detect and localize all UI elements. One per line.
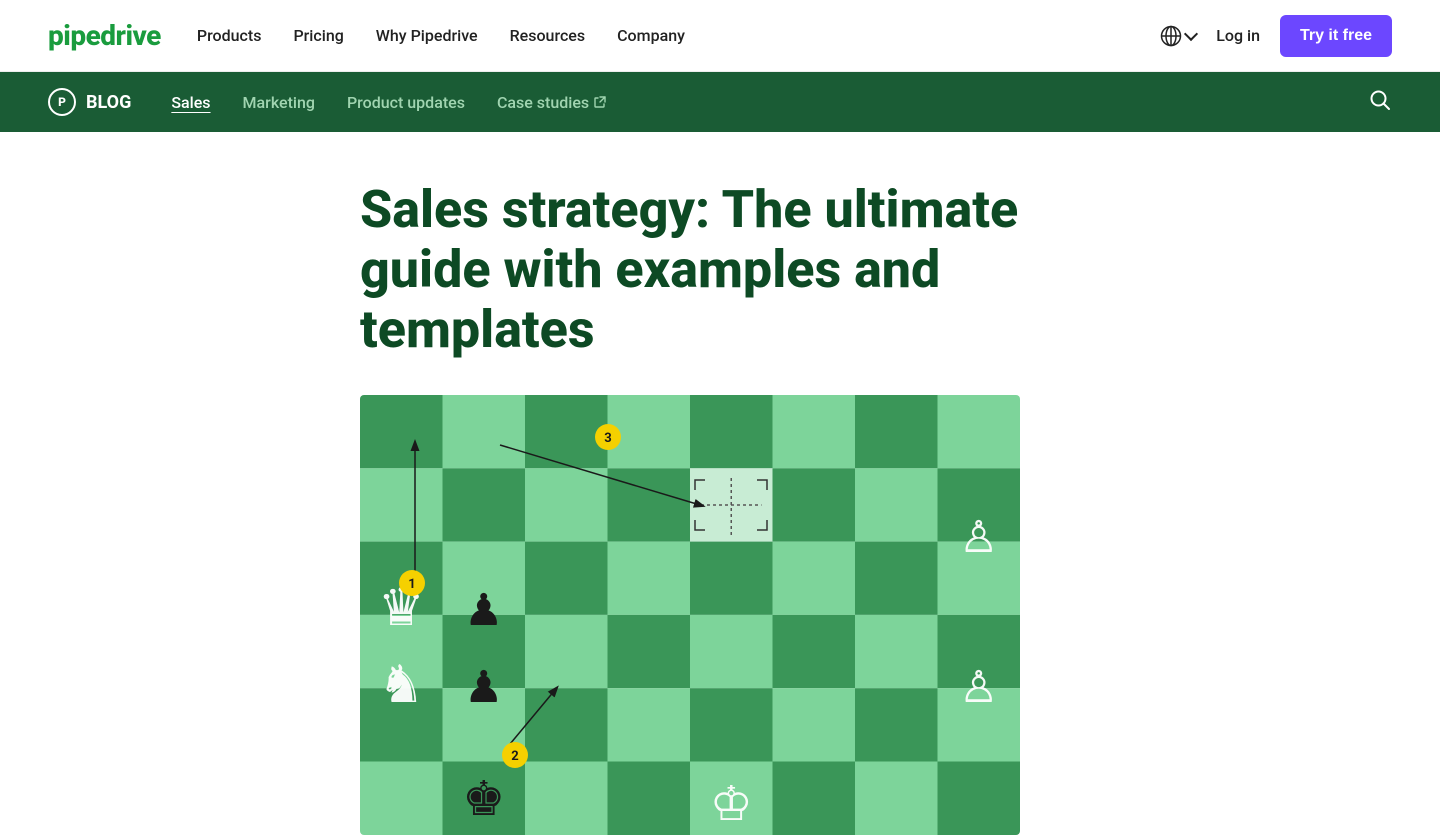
- svg-text:♙: ♙: [959, 511, 998, 563]
- svg-text:♚: ♚: [462, 770, 505, 827]
- search-icon: [1368, 88, 1392, 112]
- try-free-button[interactable]: Try it free: [1280, 15, 1392, 57]
- nav-link-why-pipedrive[interactable]: Why Pipedrive: [376, 26, 478, 45]
- globe-chevron-icon: [1184, 26, 1198, 40]
- nav-links: Products Pricing Why Pipedrive Resources…: [197, 26, 685, 45]
- svg-text:3: 3: [604, 431, 611, 446]
- svg-text:♟: ♟: [464, 584, 503, 636]
- blog-brand-label: BLOG: [86, 92, 131, 113]
- blog-nav-left: P BLOG Sales Marketing Product updates C…: [48, 88, 607, 116]
- svg-text:♙: ♙: [959, 661, 998, 713]
- blog-nav-link-product-updates[interactable]: Product updates: [347, 93, 465, 112]
- article-container: Sales strategy: The ultimate guide with …: [360, 180, 1080, 835]
- nav-link-pricing[interactable]: Pricing: [293, 26, 343, 45]
- external-link-icon: [593, 95, 607, 109]
- blog-navigation: P BLOG Sales Marketing Product updates C…: [0, 72, 1440, 132]
- chess-board-illustration: ♛ ♞ ♟ ♟ ♚ ♙ ♙ ♔: [360, 395, 1020, 835]
- nav-link-products[interactable]: Products: [197, 26, 262, 45]
- article-title: Sales strategy: The ultimate guide with …: [360, 180, 1080, 359]
- blog-brand-icon: P: [48, 88, 76, 116]
- blog-brand[interactable]: P BLOG: [48, 88, 131, 116]
- blog-nav-link-sales[interactable]: Sales: [171, 93, 210, 112]
- blog-nav-link-case-studies[interactable]: Case studies: [497, 93, 607, 112]
- svg-text:♟: ♟: [464, 661, 503, 713]
- nav-link-resources[interactable]: Resources: [510, 26, 586, 45]
- chess-svg: ♛ ♞ ♟ ♟ ♚ ♙ ♙ ♔: [360, 395, 1020, 835]
- main-content: Sales strategy: The ultimate guide with …: [0, 132, 1440, 835]
- blog-nav-link-marketing[interactable]: Marketing: [243, 93, 315, 112]
- nav-link-company[interactable]: Company: [617, 26, 685, 45]
- top-navigation: pipedrive Products Pricing Why Pipedrive…: [0, 0, 1440, 72]
- login-button[interactable]: Log in: [1216, 26, 1260, 45]
- nav-left: pipedrive Products Pricing Why Pipedrive…: [48, 19, 685, 52]
- logo[interactable]: pipedrive: [48, 19, 161, 52]
- svg-text:1: 1: [408, 577, 415, 592]
- globe-icon: [1160, 25, 1182, 47]
- search-button[interactable]: [1368, 88, 1392, 116]
- svg-text:♔: ♔: [710, 775, 753, 832]
- language-selector[interactable]: [1160, 25, 1196, 47]
- blog-nav-links: Sales Marketing Product updates Case stu…: [171, 93, 607, 112]
- svg-text:2: 2: [511, 749, 518, 764]
- svg-text:♞: ♞: [378, 654, 425, 715]
- nav-right: Log in Try it free: [1160, 15, 1392, 57]
